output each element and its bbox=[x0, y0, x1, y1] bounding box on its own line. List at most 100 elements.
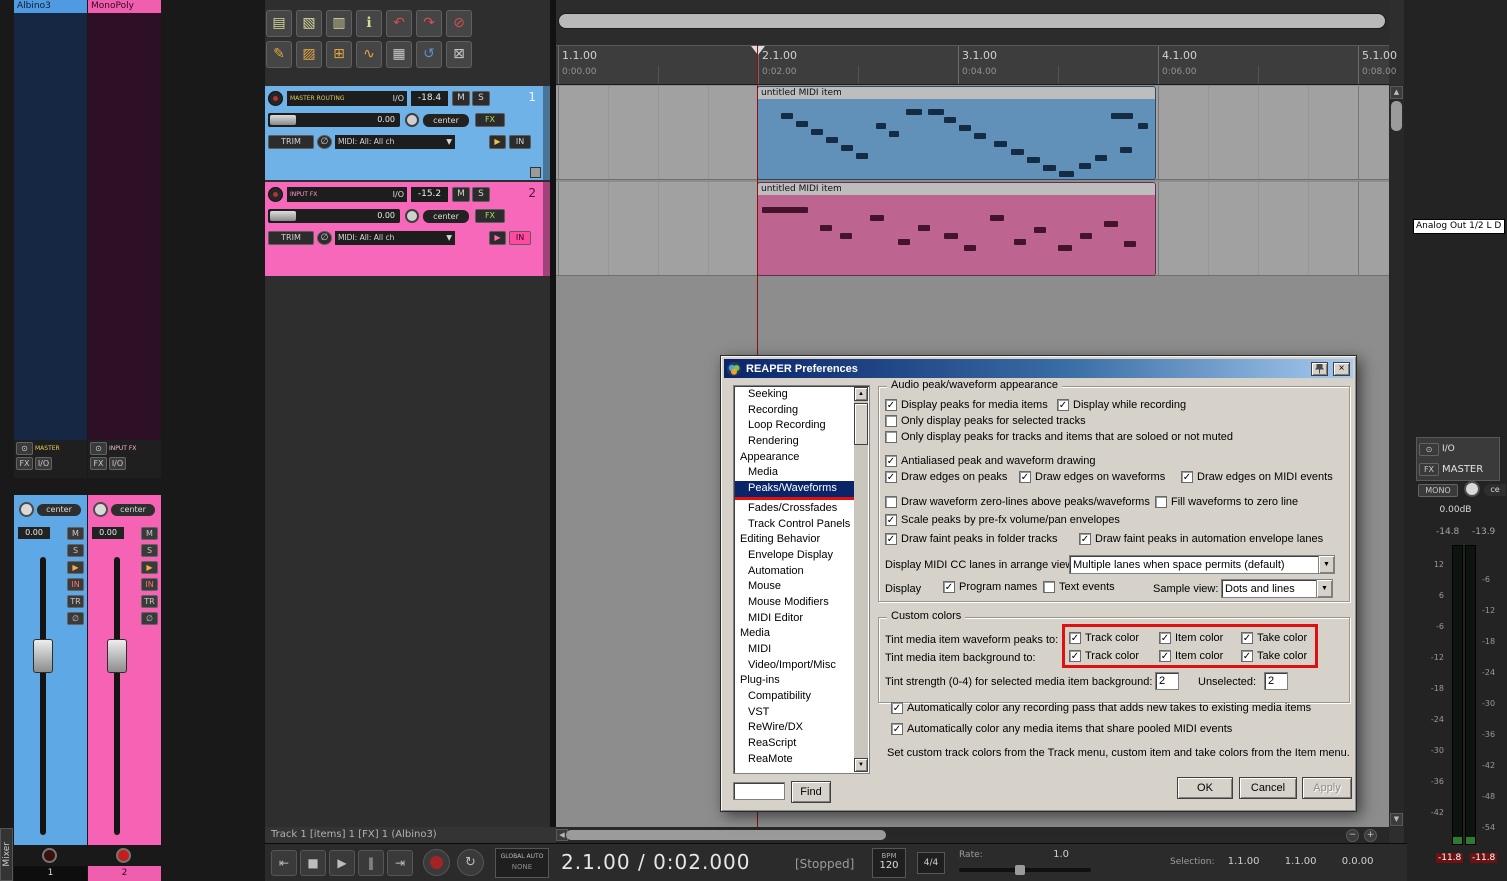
checkbox-box[interactable]: ✓ bbox=[891, 702, 903, 714]
checkbox-box[interactable] bbox=[885, 431, 897, 443]
mute-button[interactable]: M bbox=[452, 91, 470, 106]
checkbox-faint-folder[interactable]: ✓ Draw faint peaks in folder tracks bbox=[885, 533, 1058, 545]
pref-tree-item-envelope-display[interactable]: Envelope Display bbox=[735, 548, 854, 564]
trim-button[interactable]: TR bbox=[67, 595, 84, 608]
checkbox-edges-waveforms[interactable]: ✓ Draw edges on waveforms bbox=[1019, 471, 1165, 483]
checkbox-box[interactable]: ✓ bbox=[1069, 632, 1081, 644]
master-pan-knob[interactable] bbox=[1464, 481, 1480, 497]
pan-knob[interactable] bbox=[405, 113, 419, 127]
record-arm-icon[interactable] bbox=[268, 91, 283, 106]
checkbox-edges-peaks[interactable]: ✓ Draw edges on peaks bbox=[885, 471, 1007, 483]
checkbox-peaks-take-color[interactable]: ✓ Take color bbox=[1241, 632, 1307, 644]
monitor-button[interactable]: ▶ bbox=[489, 231, 506, 245]
pref-tree-item-rendering[interactable]: Rendering bbox=[735, 434, 854, 450]
midi-item-track2[interactable]: untitled MIDI item bbox=[757, 182, 1156, 276]
vertical-scrollbar[interactable]: ▲ ▼ bbox=[1389, 85, 1404, 827]
mixer-docker-tab[interactable]: Mixer bbox=[0, 828, 13, 881]
record-button[interactable] bbox=[423, 849, 450, 876]
checkbox-box[interactable]: ✓ bbox=[1069, 650, 1081, 662]
checkbox-bg-track-color[interactable]: ✓ Track color bbox=[1069, 650, 1139, 662]
sample-view-dropdown[interactable]: Dots and lines ▼ bbox=[1221, 579, 1333, 598]
routing-button[interactable]: MASTER ROUTING I/O bbox=[287, 91, 407, 106]
find-button[interactable]: Find bbox=[791, 781, 831, 803]
pref-tree-item-reamote[interactable]: ReaMote bbox=[735, 752, 854, 768]
checkbox-bg-item-color[interactable]: ✓ Item color bbox=[1159, 650, 1223, 662]
checkbox-box[interactable]: ✓ bbox=[1159, 632, 1171, 644]
horizontal-scrollbar[interactable]: ◀ − + bbox=[556, 827, 1389, 843]
checkbox-faint-envelope[interactable]: ✓ Draw faint peaks in automation envelope… bbox=[1079, 533, 1323, 545]
checkbox-box[interactable] bbox=[1155, 496, 1167, 508]
trim-button[interactable]: TRIM bbox=[268, 231, 314, 245]
timeline-ruler[interactable]: 1.1.00 0:00.00 2.1.00 0:02.00 3.1.00 0:04.00 4… bbox=[556, 45, 1397, 85]
checkbox-box[interactable]: ✓ bbox=[1079, 533, 1091, 545]
undo-history-icon[interactable]: ↺ bbox=[416, 41, 442, 68]
mono-button[interactable]: MONO bbox=[1418, 484, 1458, 497]
record-arm-button[interactable] bbox=[116, 848, 131, 863]
fader-handle[interactable] bbox=[33, 639, 53, 673]
bpm-display[interactable]: BPM 120 bbox=[872, 848, 906, 878]
pref-tree-item-editing-behavior[interactable]: Editing Behavior bbox=[735, 532, 854, 548]
global-automation-button[interactable]: GLOBAL AUTO NONE bbox=[495, 848, 549, 878]
monitor-button[interactable]: ▶ bbox=[489, 135, 506, 149]
unselected-strength-input[interactable] bbox=[1264, 672, 1288, 690]
checkbox-box[interactable]: ✓ bbox=[885, 455, 897, 467]
checkbox-box[interactable] bbox=[885, 496, 897, 508]
project-settings-icon[interactable]: ℹ bbox=[356, 10, 382, 37]
pref-tree-item-peaks-waveforms[interactable]: Peaks/Waveforms bbox=[735, 481, 854, 497]
checkbox-bg-take-color[interactable]: ✓ Take color bbox=[1241, 650, 1307, 662]
pref-tree-item-compatibility[interactable]: Compatibility bbox=[735, 689, 854, 705]
envelope-icon[interactable]: ∿ bbox=[356, 41, 382, 68]
mute-button[interactable]: M bbox=[141, 527, 158, 540]
solo-button[interactable]: S bbox=[141, 544, 158, 557]
crossfade-icon[interactable]: ▨ bbox=[296, 41, 322, 68]
solo-button[interactable]: S bbox=[67, 544, 84, 557]
checkbox-peaks-item-color[interactable]: ✓ Item color bbox=[1159, 632, 1223, 644]
pref-tree-item-midi[interactable]: MIDI bbox=[735, 642, 854, 658]
checkbox-box[interactable]: ✓ bbox=[1241, 650, 1253, 662]
io-button[interactable]: I/O bbox=[393, 94, 404, 103]
midi-input-selector[interactable]: MIDI: All: All ch ▼ bbox=[335, 135, 455, 149]
playrate-slider[interactable] bbox=[959, 868, 1091, 872]
fx-button[interactable]: FX bbox=[16, 457, 33, 470]
track-panel-2[interactable]: INPUT FX I/O -15.2 M S 2 0.00 center FX T… bbox=[265, 182, 550, 276]
pencil-draw-icon[interactable]: ✎ bbox=[266, 41, 292, 68]
pref-tree-item-recording[interactable]: Recording bbox=[735, 403, 854, 419]
checkbox-only-soloed[interactable]: Only display peaks for tracks and items … bbox=[885, 431, 1233, 443]
checkbox-display-while-recording[interactable]: ✓ Display while recording bbox=[1057, 399, 1186, 411]
midi-input-selector[interactable]: MIDI: All: All ch ▼ bbox=[335, 231, 455, 245]
zoom-in-button[interactable]: + bbox=[1364, 829, 1377, 842]
checkbox-program-names[interactable]: ✓ Program names bbox=[943, 581, 1037, 593]
checkbox-edges-midi[interactable]: ✓ Draw edges on MIDI events bbox=[1181, 471, 1333, 483]
stop-button[interactable]: ■ bbox=[300, 850, 326, 876]
clear-icon[interactable]: ⊘ bbox=[446, 10, 472, 37]
track-panel-1[interactable]: MASTER ROUTING I/O -18.4 M S 1 0.00 cente… bbox=[265, 86, 550, 180]
pan-knob[interactable] bbox=[19, 502, 34, 517]
input-button[interactable]: IN bbox=[67, 578, 84, 591]
checkbox-auto-record-color[interactable]: ✓ Automatically color any recording pass … bbox=[891, 702, 1311, 714]
midi-item-track1[interactable]: untitled MIDI item bbox=[757, 86, 1156, 180]
pref-tree-item-seeking[interactable]: Seeking bbox=[735, 387, 854, 403]
checkbox-box[interactable] bbox=[885, 415, 897, 427]
checkbox-box[interactable] bbox=[1043, 581, 1055, 593]
power-icon[interactable]: ⊙ bbox=[90, 442, 107, 455]
pref-tree-item-mouse-modifiers[interactable]: Mouse Modifiers bbox=[735, 595, 854, 611]
pref-tree-item-mouse[interactable]: Mouse bbox=[735, 579, 854, 595]
scroll-up-icon[interactable]: ▲ bbox=[854, 387, 868, 401]
phase-button[interactable]: ∅ bbox=[317, 231, 332, 245]
pref-tree-item-fades-crossfades[interactable]: Fades/Crossfades bbox=[735, 501, 854, 517]
pan-knob[interactable] bbox=[93, 502, 108, 517]
folder-button[interactable] bbox=[530, 167, 541, 178]
scroll-down-icon[interactable]: ▼ bbox=[854, 758, 868, 772]
cancel-button[interactable]: Cancel bbox=[1239, 777, 1297, 799]
checkbox-display-peaks[interactable]: ✓ Display peaks for media items bbox=[885, 399, 1048, 411]
fx-button[interactable]: FX bbox=[90, 457, 107, 470]
trim-button[interactable]: TR bbox=[141, 595, 158, 608]
pref-tree-item-appearance[interactable]: Appearance bbox=[735, 450, 854, 466]
volume-slider[interactable]: 0.00 bbox=[268, 113, 400, 127]
power-icon[interactable]: ⊙ bbox=[16, 442, 33, 455]
find-input[interactable] bbox=[733, 782, 785, 800]
pause-button[interactable]: ‖ bbox=[358, 850, 384, 876]
pref-tree-item-rewire-dx[interactable]: ReWire/DX bbox=[735, 720, 854, 736]
checkbox-box[interactable]: ✓ bbox=[1241, 632, 1253, 644]
pref-tree-item-reascript[interactable]: ReaScript bbox=[735, 736, 854, 752]
